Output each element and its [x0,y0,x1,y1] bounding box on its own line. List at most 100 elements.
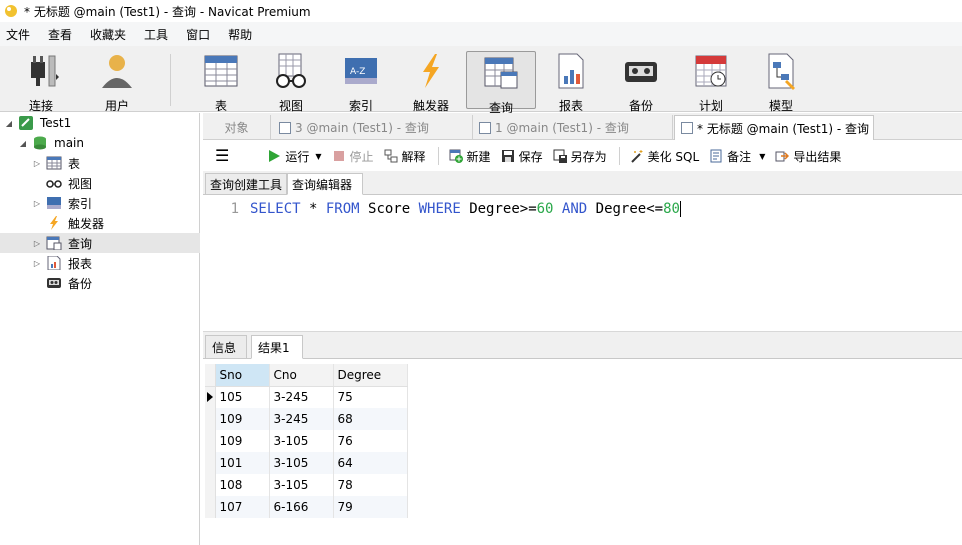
table-row[interactable]: 101 3-105 64 [205,452,408,474]
tree-item-views[interactable]: 视图 [0,173,200,193]
sql-editor[interactable]: 1 SELECT * FROM Score WHERE Degree>=60 A… [203,195,962,331]
hamburger-menu-icon[interactable]: ☰ [215,148,229,164]
expand-triangle-icon[interactable]: ▷ [32,259,42,268]
backup-button[interactable]: 备份 [608,50,674,113]
column-header-degree[interactable]: Degree [333,364,408,387]
note-dropdown-icon[interactable]: ▼ [759,152,765,161]
model-button[interactable]: 模型 [748,50,814,113]
menu-favorites[interactable]: 收藏夹 [84,26,138,43]
tab-query-1[interactable]: 1 @main (Test1) - 查询 [473,115,673,140]
main-toolbar: 连接 用户 表 视图 A-Z 索引 触发器 查询 报表 备份 计划 模型 [0,46,962,115]
new-button[interactable]: 新建 [449,148,491,165]
run-button[interactable]: 运行 ▼ [267,148,322,165]
table-cell[interactable]: 3-105 [269,474,334,496]
trigger-button[interactable]: 触发器 [398,50,464,113]
table-cell[interactable]: 76 [333,430,408,452]
collapse-triangle-icon[interactable]: ◢ [4,119,14,128]
collapse-triangle-icon[interactable]: ◢ [18,139,28,148]
table-cell[interactable]: 3-105 [269,430,334,452]
tree-item-queries[interactable]: ▷ 查询 [0,233,200,253]
run-dropdown-icon[interactable]: ▼ [315,152,321,161]
calendar-icon [695,55,727,87]
object-tree: ◢ Test1 ◢ main ▷ 表 视图 ▷ 索引 触发器 ▷ 查询 ▷ 报表 [0,113,200,545]
tree-item-reports[interactable]: ▷ 报表 [0,253,200,273]
save-button[interactable]: 保存 [501,148,543,165]
tab-untitled-query[interactable]: * 无标题 @main (Test1) - 查询 [674,115,874,140]
tree-item-indexes[interactable]: ▷ 索引 [0,193,200,213]
table-cell[interactable]: 6-166 [269,496,334,518]
beautify-sql-label: 美化 SQL [647,149,700,164]
table-row[interactable]: 109 3-245 68 [205,408,408,430]
tab-query-3[interactable]: 3 @main (Test1) - 查询 [273,115,473,140]
column-header-cno[interactable]: Cno [269,364,334,387]
save-as-label: 另存为 [570,149,607,164]
menu-window[interactable]: 窗口 [180,26,222,43]
table-cell[interactable]: 68 [333,408,408,430]
note-button[interactable]: 备注 ▼ [709,148,765,165]
table-row[interactable]: 109 3-105 76 [205,430,408,452]
table-label: 表 [214,99,227,113]
table-cell[interactable]: 3-245 [269,408,334,430]
tab-query-builder[interactable]: 查询创建工具 [205,173,287,195]
tab-objects[interactable]: 对象 [203,115,271,140]
result-grid[interactable]: Sno Cno Degree 105 3-245 75 109 3-245 68… [205,364,408,518]
beautify-sql-button[interactable]: 美化 SQL [630,148,700,165]
index-button[interactable]: A-Z 索引 [328,50,394,113]
expand-triangle-icon[interactable]: ▷ [32,199,42,208]
table-cell[interactable]: 79 [333,496,408,518]
explain-button[interactable]: 解释 [384,148,426,165]
table-cell[interactable]: 64 [333,452,408,474]
tree-item-backups[interactable]: 备份 [0,273,200,293]
schedule-label: 计划 [698,99,723,113]
tab-query-editor[interactable]: 查询编辑器 [287,173,363,195]
tree-item-label: 索引 [68,196,93,211]
expand-triangle-icon[interactable]: ▷ [32,239,42,248]
menu-tools[interactable]: 工具 [138,26,180,43]
table-button[interactable]: 表 [188,50,254,113]
export-result-label: 导出结果 [793,149,842,164]
table-cell[interactable]: 3-105 [269,452,334,474]
query-icon [484,57,518,89]
table-row[interactable]: 107 6-166 79 [205,496,408,518]
sql-code-line[interactable]: SELECT * FROM Score WHERE Degree>=60 AND… [250,201,681,217]
user-button[interactable]: 用户 [84,50,150,113]
stop-button[interactable]: 停止 [332,148,374,165]
sql-keyword: WHERE [418,201,461,217]
stop-label: 停止 [349,149,374,164]
table-cell[interactable]: 101 [215,452,270,474]
expand-triangle-icon[interactable]: ▷ [32,159,42,168]
tab-info[interactable]: 信息 [205,335,247,359]
table-cell[interactable]: 78 [333,474,408,496]
trigger-label: 触发器 [412,99,449,113]
table-cell[interactable]: 109 [215,408,270,430]
tree-connection-test1[interactable]: ◢ Test1 [0,113,200,133]
table-cell[interactable]: 107 [215,496,270,518]
query-button[interactable]: 查询 [466,51,536,115]
menu-help[interactable]: 帮助 [222,26,264,43]
table-row[interactable]: 108 3-105 78 [205,474,408,496]
table-cell[interactable]: 105 [215,386,270,408]
column-header-sno[interactable]: Sno [215,364,270,387]
table-cell[interactable]: 108 [215,474,270,496]
connect-button[interactable]: 连接 [8,50,74,113]
tree-item-triggers[interactable]: 触发器 [0,213,200,233]
tree-database-main[interactable]: ◢ main [0,133,200,153]
view-button[interactable]: 视图 [258,50,324,113]
table-cell[interactable]: 75 [333,386,408,408]
backup-label: 备份 [628,99,653,113]
table-row[interactable]: 105 3-245 75 [205,386,408,408]
menu-view[interactable]: 查看 [42,26,84,43]
sql-text: Degree<= [587,201,664,217]
tree-item-tables[interactable]: ▷ 表 [0,153,200,173]
user-label: 用户 [104,99,129,113]
table-cell[interactable]: 3-245 [269,386,334,408]
save-as-button[interactable]: 另存为 [553,148,607,165]
index-icon [47,197,61,209]
backup-icon [625,62,657,82]
menu-file[interactable]: 文件 [0,26,42,43]
table-cell[interactable]: 109 [215,430,270,452]
export-result-button[interactable]: 导出结果 [775,148,841,165]
schedule-button[interactable]: 计划 [678,50,744,113]
report-button[interactable]: 报表 [538,50,604,113]
tab-result-1[interactable]: 结果1 [251,335,303,359]
